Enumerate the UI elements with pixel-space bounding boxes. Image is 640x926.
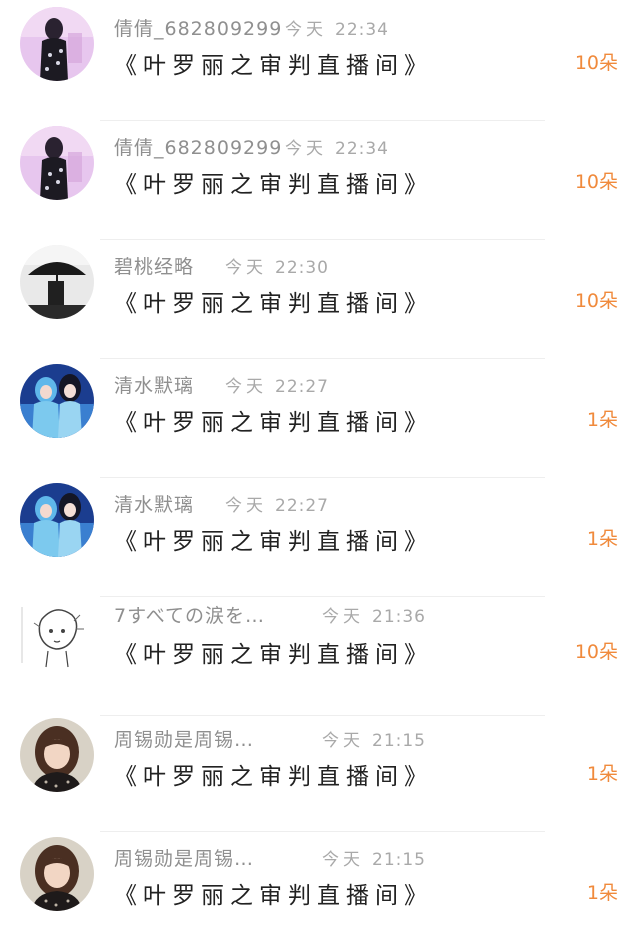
list-item[interactable]: 碧桃经略 今天 22:30 《叶罗丽之审判直播间》 10朵 [0, 240, 640, 359]
room-title: 《叶罗丽之审判直播间》 [114, 53, 433, 79]
user-name[interactable]: 倩倩_682809299 [114, 133, 282, 160]
user-name[interactable]: 清水默璃 [114, 490, 194, 517]
gift-record-list: 倩倩_682809299 今天 22:34 《叶罗丽之审判直播间》 10朵 倩倩_… [0, 0, 640, 926]
timestamp: 今天 22:27 [225, 377, 329, 397]
timestamp: 今天 21:15 [322, 731, 426, 751]
avatar-sketch-boy-icon[interactable] [20, 597, 94, 671]
user-name[interactable]: 周锡勋是周锡… [114, 725, 254, 752]
gift-count: 1朵 [586, 882, 618, 904]
timestamp: 今天 22:27 [225, 496, 329, 516]
avatar-girl-pink-icon[interactable] [20, 126, 94, 200]
avatar-umbrella-silhouette-icon[interactable] [20, 245, 94, 319]
timestamp: 今天 22:30 [225, 258, 329, 278]
list-item[interactable]: 倩倩_682809299 今天 22:34 《叶罗丽之审判直播间》 10朵 [0, 2, 640, 121]
room-title: 《叶罗丽之审判直播间》 [114, 764, 433, 790]
room-title: 《叶罗丽之审判直播间》 [114, 529, 433, 555]
gift-count: 10朵 [574, 641, 618, 663]
list-item[interactable]: 周锡勋是周锡… 今天 21:15 《叶罗丽之审判直播间》 1朵 [0, 832, 640, 926]
room-title: 《叶罗丽之审判直播间》 [114, 410, 433, 436]
user-name[interactable]: 7すべての涙を… [114, 601, 265, 628]
avatar-girl-pink-icon[interactable] [20, 7, 94, 81]
user-name[interactable]: 周锡勋是周锡… [114, 844, 254, 871]
gift-count: 10朵 [574, 171, 618, 193]
avatar-photo-girl-icon[interactable] [20, 718, 94, 792]
timestamp: 今天 21:15 [322, 850, 426, 870]
timestamp: 今天 22:34 [285, 20, 389, 40]
list-item[interactable]: 倩倩_682809299 今天 22:34 《叶罗丽之审判直播间》 10朵 [0, 121, 640, 240]
user-name[interactable]: 倩倩_682809299 [114, 14, 282, 41]
gift-count: 10朵 [574, 290, 618, 312]
room-title: 《叶罗丽之审判直播间》 [114, 172, 433, 198]
list-item[interactable]: 清水默璃 今天 22:27 《叶罗丽之审判直播间》 1朵 [0, 478, 640, 597]
list-item[interactable]: 周锡勋是周锡… 今天 21:15 《叶罗丽之审判直播间》 1朵 [0, 713, 640, 832]
gift-count: 10朵 [574, 52, 618, 74]
user-name[interactable]: 碧桃经略 [114, 252, 194, 279]
timestamp: 今天 22:34 [285, 139, 389, 159]
gift-count: 1朵 [586, 409, 618, 431]
gift-count: 1朵 [586, 528, 618, 550]
list-item[interactable]: 7すべての涙を… 今天 21:36 《叶罗丽之审判直播间》 10朵 [0, 597, 640, 716]
avatar-anime-blue-icon[interactable] [20, 364, 94, 438]
timestamp: 今天 21:36 [322, 607, 426, 627]
room-title: 《叶罗丽之审判直播间》 [114, 642, 433, 668]
room-title: 《叶罗丽之审判直播间》 [114, 883, 433, 909]
user-name[interactable]: 清水默璃 [114, 371, 194, 398]
list-item[interactable]: 清水默璃 今天 22:27 《叶罗丽之审判直播间》 1朵 [0, 359, 640, 478]
avatar-photo-girl-icon[interactable] [20, 837, 94, 911]
gift-count: 1朵 [586, 763, 618, 785]
room-title: 《叶罗丽之审判直播间》 [114, 291, 433, 317]
avatar-anime-blue-icon[interactable] [20, 483, 94, 557]
